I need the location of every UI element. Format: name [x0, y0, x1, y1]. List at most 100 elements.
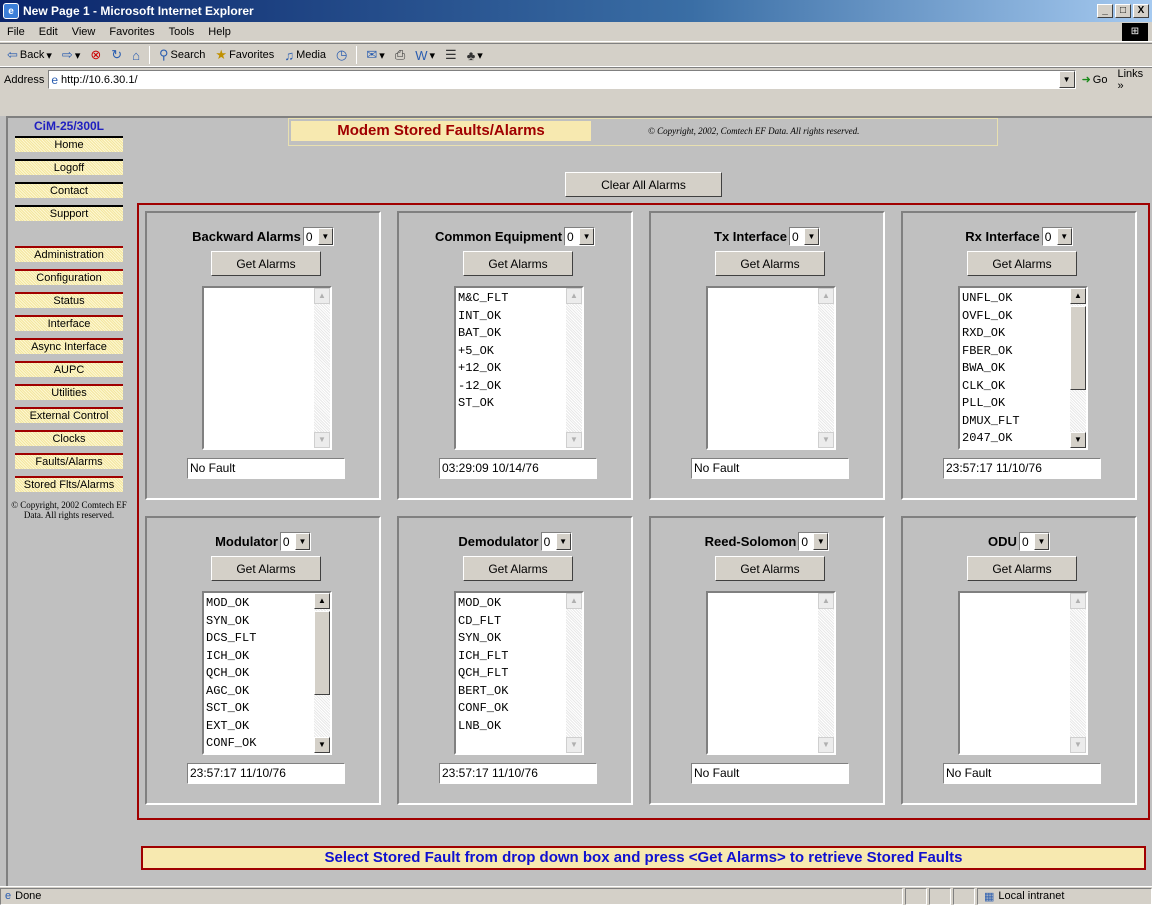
list-item[interactable]: LNB_OK	[458, 718, 568, 736]
list-item[interactable]: BERT_OK	[458, 683, 568, 701]
menu-tools[interactable]: Tools	[162, 26, 202, 38]
nav-utilities[interactable]: Utilities	[15, 384, 123, 400]
get-alarms-button[interactable]: Get Alarms	[715, 251, 825, 276]
scroll-down-icon[interactable]: ▼	[314, 737, 330, 753]
links-button[interactable]: Links »	[1117, 68, 1152, 92]
mail-button[interactable]: ✉ ▾	[363, 47, 387, 63]
nav-support[interactable]: Support	[15, 205, 123, 221]
address-input[interactable]: e http://10.6.30.1/ ▼	[48, 70, 1076, 89]
nav-external-control[interactable]: External Control	[15, 407, 123, 423]
scroll-up-icon[interactable]: ▲	[818, 593, 834, 609]
stored-fault-select[interactable]: 0 ▼	[1018, 532, 1050, 551]
get-alarms-button[interactable]: Get Alarms	[967, 251, 1077, 276]
home-button[interactable]: ⌂	[129, 48, 143, 63]
scrollbar[interactable]: ▲ ▼	[818, 593, 834, 753]
list-item[interactable]: RXD_OK	[962, 325, 1072, 343]
list-item[interactable]: ICH_OK	[206, 648, 316, 666]
list-item[interactable]: EXT_OK	[206, 718, 316, 736]
forward-button[interactable]: ⇨ ▾	[59, 47, 83, 63]
stop-button[interactable]: ⊗	[87, 47, 104, 63]
list-item[interactable]: BAT_OK	[458, 325, 568, 343]
discuss-button[interactable]: ☰	[442, 47, 460, 63]
list-item[interactable]: SYN_OK	[458, 630, 568, 648]
scroll-up-icon[interactable]: ▲	[1070, 593, 1086, 609]
nav-home[interactable]: Home	[15, 136, 123, 152]
list-item[interactable]: QCH_FLT	[458, 665, 568, 683]
list-item[interactable]: -12_OK	[458, 378, 568, 396]
scroll-down-icon[interactable]: ▼	[566, 737, 582, 753]
chevron-down-icon[interactable]: ▼	[1058, 71, 1075, 88]
stored-fault-select[interactable]: 0 ▼	[302, 227, 334, 246]
nav-faults-alarms[interactable]: Faults/Alarms	[15, 453, 123, 469]
list-item[interactable]: M&C_FLT	[458, 290, 568, 308]
scroll-up-icon[interactable]: ▲	[1070, 288, 1086, 304]
list-item[interactable]: DCS_FLT	[206, 630, 316, 648]
get-alarms-button[interactable]: Get Alarms	[463, 556, 573, 581]
go-button[interactable]: ➜ Go	[1082, 73, 1108, 87]
chevron-down-icon[interactable]: ▼	[317, 228, 333, 245]
nav-contact[interactable]: Contact	[15, 182, 123, 198]
chevron-down-icon[interactable]: ▼	[1056, 228, 1072, 245]
scroll-down-icon[interactable]: ▼	[818, 432, 834, 448]
list-item[interactable]: QCH_OK	[206, 665, 316, 683]
chevron-down-icon[interactable]: ▼	[579, 228, 595, 245]
alarm-listbox[interactable]: UNFL_OK OVFL_OK RXD_OK FBER_OK BWA_OK CLK_OK P…	[958, 286, 1088, 450]
scroll-down-icon[interactable]: ▼	[1070, 737, 1086, 753]
list-item[interactable]: BWA_OK	[962, 360, 1072, 378]
stored-fault-select[interactable]: 0 ▼	[788, 227, 820, 246]
scroll-down-icon[interactable]: ▼	[566, 432, 582, 448]
list-item[interactable]: PLL_OK	[962, 395, 1072, 413]
alarm-listbox[interactable]: ▲ ▼	[706, 591, 836, 755]
menu-file[interactable]: File	[0, 26, 32, 38]
alarm-listbox[interactable]: MOD_OK SYN_OK DCS_FLT ICH_OK QCH_OK AGC_OK SCT…	[202, 591, 332, 755]
nav-status[interactable]: Status	[15, 292, 123, 308]
scrollbar[interactable]: ▲ ▼	[314, 593, 330, 753]
scroll-up-icon[interactable]: ▲	[566, 593, 582, 609]
list-item[interactable]: INT_OK	[458, 308, 568, 326]
stored-fault-select[interactable]: 0 ▼	[564, 227, 596, 246]
nav-administration[interactable]: Administration	[15, 246, 123, 262]
list-item[interactable]: 2047_OK	[962, 430, 1072, 448]
get-alarms-button[interactable]: Get Alarms	[211, 556, 321, 581]
list-item[interactable]: +12_OK	[458, 360, 568, 378]
nav-clocks[interactable]: Clocks	[15, 430, 123, 446]
scroll-down-icon[interactable]: ▼	[1070, 432, 1086, 448]
maximize-button[interactable]: □	[1115, 4, 1131, 18]
print-button[interactable]: ⎙	[392, 47, 408, 63]
list-item[interactable]: MOD_OK	[458, 595, 568, 613]
scroll-thumb[interactable]	[314, 611, 330, 695]
stored-fault-select[interactable]: 0 ▼	[798, 532, 830, 551]
scrollbar[interactable]: ▲ ▼	[1070, 593, 1086, 753]
refresh-button[interactable]: ↻	[108, 47, 125, 63]
nav-stored-flts-alarms[interactable]: Stored Flts/Alarms	[15, 476, 123, 492]
chevron-down-icon[interactable]: ▼	[294, 533, 310, 550]
chevron-down-icon[interactable]: ▼	[1033, 533, 1049, 550]
get-alarms-button[interactable]: Get Alarms	[463, 251, 573, 276]
search-button[interactable]: ⚲ Search	[156, 47, 208, 63]
stored-fault-select[interactable]: 0 ▼	[1041, 227, 1073, 246]
edit-button[interactable]: W ▾	[412, 48, 438, 63]
list-item[interactable]: ST_OK	[458, 395, 568, 413]
menu-help[interactable]: Help	[201, 26, 238, 38]
menu-edit[interactable]: Edit	[32, 26, 65, 38]
nav-logoff[interactable]: Logoff	[15, 159, 123, 175]
alarm-listbox[interactable]: ▲ ▼	[958, 591, 1088, 755]
messenger-button[interactable]: ♣ ▾	[464, 48, 486, 63]
scroll-down-icon[interactable]: ▼	[818, 737, 834, 753]
list-item[interactable]: DMUX_FLT	[962, 413, 1072, 431]
list-item[interactable]: FBER_OK	[962, 343, 1072, 361]
scroll-up-icon[interactable]: ▲	[314, 593, 330, 609]
list-item[interactable]: CD_FLT	[458, 613, 568, 631]
list-item[interactable]: +5_OK	[458, 343, 568, 361]
get-alarms-button[interactable]: Get Alarms	[211, 251, 321, 276]
scrollbar[interactable]: ▲ ▼	[566, 593, 582, 753]
chevron-down-icon[interactable]: ▼	[555, 533, 571, 550]
nav-aupc[interactable]: AUPC	[15, 361, 123, 377]
list-item[interactable]: UNFL_OK	[962, 290, 1072, 308]
list-item[interactable]: SYN_OK	[206, 613, 316, 631]
favorites-button[interactable]: ★ Favorites	[212, 47, 277, 63]
get-alarms-button[interactable]: Get Alarms	[715, 556, 825, 581]
close-button[interactable]: X	[1133, 4, 1149, 18]
back-button[interactable]: ⇦ Back ▾	[4, 47, 55, 63]
list-item[interactable]: OVFL_OK	[962, 308, 1072, 326]
